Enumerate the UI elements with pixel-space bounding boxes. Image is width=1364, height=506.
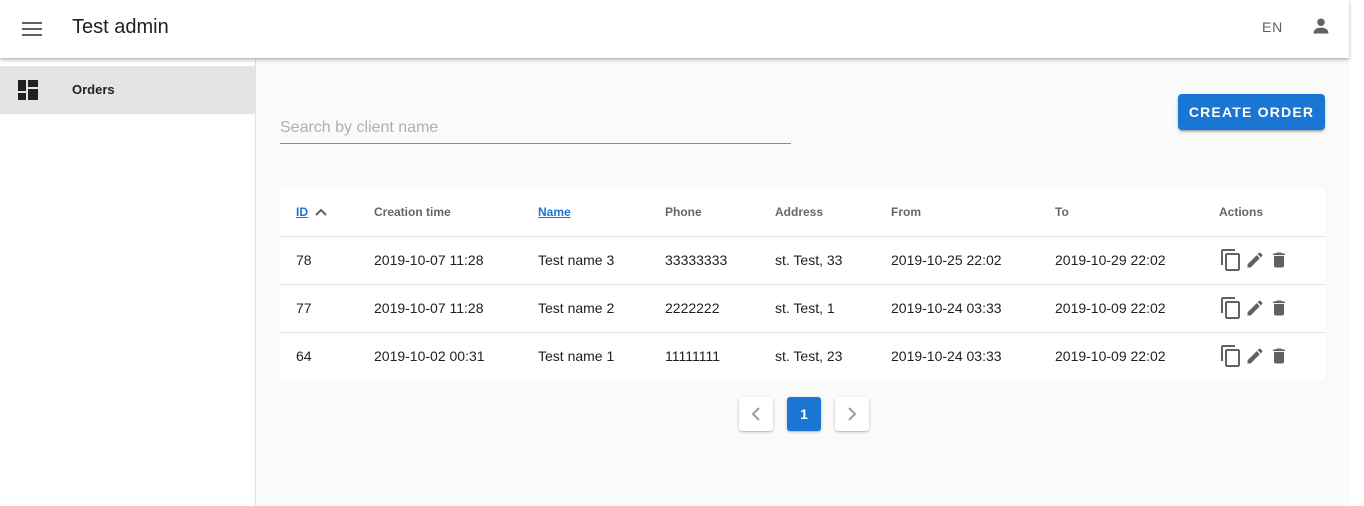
- previous-page-button[interactable]: [739, 397, 773, 431]
- column-header-name-label[interactable]: Name: [538, 205, 571, 219]
- app-title: Test admin: [72, 16, 169, 38]
- cell-from: 2019-10-24 03:33: [891, 348, 1002, 365]
- cell-name: Test name 3: [538, 236, 665, 285]
- sidebar-item-orders[interactable]: Orders: [0, 66, 255, 114]
- page-button-current[interactable]: 1: [787, 397, 821, 431]
- person-icon: [1313, 18, 1329, 34]
- cell-from: 2019-10-25 22:02: [891, 236, 1055, 285]
- column-header-phone: Phone: [665, 188, 775, 237]
- copy-icon[interactable]: [1219, 344, 1243, 368]
- column-header-creation-time: Creation time: [374, 188, 538, 237]
- column-header-from: From: [891, 188, 1055, 237]
- cell-actions: [1219, 284, 1325, 333]
- cell-address: st. Test, 23: [775, 348, 843, 365]
- hamburger-menu-icon: [22, 22, 42, 36]
- cell-phone: 2222222: [665, 284, 775, 333]
- language-selector[interactable]: EN: [1262, 18, 1283, 36]
- cell-address: st. Test, 33: [775, 236, 891, 285]
- account-button[interactable]: [1306, 11, 1336, 41]
- chevron-left-icon: [751, 407, 760, 421]
- table-header-row: ID Creation time Name Phone Address From: [280, 188, 1325, 237]
- orders-table-card: ID Creation time Name Phone Address From: [280, 188, 1325, 380]
- menu-button[interactable]: [14, 11, 50, 47]
- column-header-actions: Actions: [1219, 188, 1325, 237]
- search-input[interactable]: [280, 114, 791, 142]
- column-header-id[interactable]: ID: [280, 188, 374, 237]
- column-header-to: To: [1055, 188, 1219, 237]
- table-row: 64 2019-10-02 00:31 Test name 1 11111111…: [280, 332, 1325, 380]
- cell-actions: [1219, 332, 1325, 380]
- cell-phone: 33333333: [665, 236, 775, 285]
- cell-id: 64: [296, 348, 312, 365]
- cell-from: 2019-10-24 03:33: [891, 284, 1055, 333]
- cell-name: Test name 2: [538, 284, 665, 333]
- chevron-right-icon: [848, 407, 857, 421]
- cell-creation-time: 2019-10-07 11:28: [374, 284, 538, 333]
- delete-icon[interactable]: [1267, 344, 1291, 368]
- edit-icon[interactable]: [1243, 344, 1267, 368]
- sort-ascending-icon[interactable]: [315, 208, 328, 216]
- search-field: [280, 114, 791, 144]
- delete-icon[interactable]: [1267, 296, 1291, 320]
- sidebar-item-label: Orders: [72, 82, 115, 97]
- cell-phone: 11111111: [665, 348, 721, 365]
- cell-id: 77: [280, 284, 374, 333]
- cell-creation-time: 2019-10-02 00:31: [374, 348, 485, 365]
- table-row: 78 2019-10-07 11:28 Test name 3 33333333…: [280, 236, 1325, 285]
- cell-to: 2019-10-29 22:02: [1055, 236, 1219, 285]
- pagination: 1: [739, 397, 869, 431]
- delete-icon[interactable]: [1267, 248, 1291, 272]
- table-row: 77 2019-10-07 11:28 Test name 2 2222222 …: [280, 284, 1325, 333]
- cell-name: Test name 1: [538, 348, 615, 365]
- copy-icon[interactable]: [1219, 296, 1243, 320]
- app-root: Test admin EN Orders CREATE ORDER: [0, 0, 1364, 506]
- cell-actions: [1219, 236, 1325, 285]
- cell-address: st. Test, 1: [775, 284, 891, 333]
- top-app-bar: Test admin EN: [0, 0, 1349, 58]
- column-header-id-label[interactable]: ID: [296, 205, 308, 219]
- column-header-name[interactable]: Name: [538, 188, 665, 237]
- sidebar: Orders: [0, 58, 256, 506]
- create-order-button[interactable]: CREATE ORDER: [1178, 94, 1325, 130]
- edit-icon[interactable]: [1243, 296, 1267, 320]
- copy-icon[interactable]: [1219, 248, 1243, 272]
- cell-creation-time: 2019-10-07 11:28: [374, 236, 538, 285]
- dashboard-icon: [18, 80, 38, 100]
- cell-id: 78: [280, 236, 374, 285]
- orders-table: ID Creation time Name Phone Address From: [280, 188, 1325, 380]
- cell-to: 2019-10-09 22:02: [1055, 284, 1219, 333]
- row-actions: [1219, 344, 1325, 368]
- row-actions: [1219, 248, 1325, 272]
- next-page-button[interactable]: [835, 397, 869, 431]
- cell-to: 2019-10-09 22:02: [1055, 348, 1166, 365]
- main-content: CREATE ORDER ID: [256, 58, 1349, 506]
- edit-icon[interactable]: [1243, 248, 1267, 272]
- row-actions: [1219, 296, 1325, 320]
- column-header-address: Address: [775, 188, 891, 237]
